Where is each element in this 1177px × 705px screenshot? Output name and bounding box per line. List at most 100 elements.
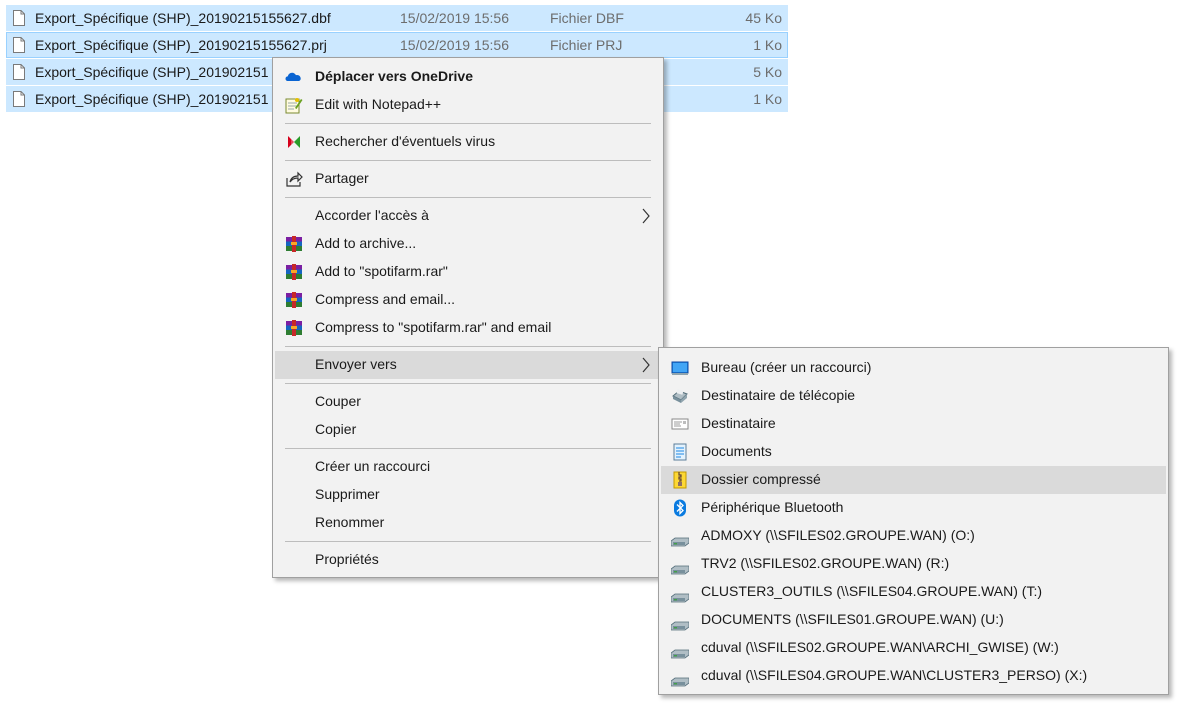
- menu-item-label: cduval (\\SFILES04.GROUPE.WAN\CLUSTER3_P…: [701, 667, 1088, 683]
- menu-separator: [285, 383, 651, 384]
- file-date: 15/02/2019 15:56: [400, 37, 509, 53]
- send-to-desktop[interactable]: Bureau (créer un raccourci): [661, 354, 1166, 382]
- menu-item-share[interactable]: Partager: [275, 165, 661, 193]
- network-drive-icon: [671, 621, 689, 631]
- file-row[interactable]: Export_Spécifique (SHP)_20190215155627.d…: [6, 5, 788, 31]
- winrar-icon: [286, 236, 302, 252]
- notepad-plus-plus-icon: [285, 98, 303, 114]
- send-to-drive-o[interactable]: ADMOXY (\\SFILES02.GROUPE.WAN) (O:): [661, 522, 1166, 550]
- menu-item-edit-notepad[interactable]: Edit with Notepad++: [275, 91, 661, 119]
- menu-item-label: Documents: [701, 443, 772, 459]
- network-drive-icon: [671, 649, 689, 659]
- menu-item-label: Destinataire de télécopie: [701, 387, 856, 403]
- menu-item-label: Renommer: [315, 514, 385, 530]
- menu-item-label: Partager: [315, 170, 369, 186]
- menu-item-rename[interactable]: Renommer: [275, 509, 661, 537]
- file-icon: [13, 37, 25, 53]
- menu-item-send-to[interactable]: Envoyer vers: [275, 351, 661, 379]
- menu-item-label: Accorder l'accès à: [315, 207, 429, 223]
- onedrive-icon: [285, 72, 301, 81]
- file-name: Export_Spécifique (SHP)_20190215155627.p…: [35, 37, 327, 53]
- file-size: 1 Ko: [753, 91, 782, 107]
- send-to-fax[interactable]: Destinataire de télécopie: [661, 382, 1166, 410]
- menu-separator: [285, 541, 651, 542]
- network-drive-icon: [671, 593, 689, 603]
- menu-item-label: CLUSTER3_OUTILS (\\SFILES04.GROUPE.WAN) …: [701, 583, 1042, 599]
- fax-icon: [672, 389, 688, 403]
- winrar-icon: [286, 292, 302, 308]
- bluetooth-icon: [674, 499, 686, 517]
- send-to-zip[interactable]: Dossier compressé: [661, 466, 1166, 494]
- file-size: 5 Ko: [753, 64, 782, 80]
- send-to-drive-x[interactable]: cduval (\\SFILES04.GROUPE.WAN\CLUSTER3_P…: [661, 662, 1166, 690]
- send-to-drive-r[interactable]: TRV2 (\\SFILES02.GROUPE.WAN) (R:): [661, 550, 1166, 578]
- menu-item-label: Créer un raccourci: [315, 458, 431, 474]
- menu-item-label: TRV2 (\\SFILES02.GROUPE.WAN) (R:): [701, 555, 950, 571]
- chevron-right-icon: [642, 357, 650, 373]
- menu-separator: [285, 346, 651, 347]
- menu-item-label: Compress to "spotifarm.rar" and email: [315, 319, 552, 335]
- menu-item-label: Propriétés: [315, 551, 379, 567]
- menu-item-label: DOCUMENTS (\\SFILES01.GROUPE.WAN) (U:): [701, 611, 1004, 627]
- send-to-submenu: Bureau (créer un raccourci) Destinataire…: [658, 347, 1169, 695]
- network-drive-icon: [671, 677, 689, 687]
- menu-item-grant-access[interactable]: Accorder l'accès à: [275, 202, 661, 230]
- menu-item-add-archive[interactable]: Add to archive...: [275, 230, 661, 258]
- menu-item-label: Compress and email...: [315, 291, 456, 307]
- menu-separator: [285, 160, 651, 161]
- file-type: Fichier PRJ: [550, 37, 623, 53]
- network-drive-icon: [671, 565, 689, 575]
- share-icon: [286, 171, 303, 187]
- kaspersky-icon: [288, 136, 300, 148]
- menu-item-move-onedrive[interactable]: Déplacer vers OneDrive: [275, 63, 661, 91]
- menu-separator: [285, 123, 651, 124]
- menu-item-compress-rar-email[interactable]: Compress to "spotifarm.rar" and email: [275, 314, 661, 342]
- send-to-mail[interactable]: Destinataire: [661, 410, 1166, 438]
- menu-item-label: Add to "spotifarm.rar": [315, 263, 448, 279]
- menu-item-delete[interactable]: Supprimer: [275, 481, 661, 509]
- menu-item-label: Périphérique Bluetooth: [701, 499, 844, 515]
- menu-item-label: Déplacer vers OneDrive: [315, 68, 473, 84]
- winrar-icon: [286, 320, 302, 336]
- menu-item-label: Edit with Notepad++: [315, 96, 442, 112]
- send-to-documents[interactable]: Documents: [661, 438, 1166, 466]
- menu-separator: [285, 197, 651, 198]
- send-to-drive-w[interactable]: cduval (\\SFILES02.GROUPE.WAN\ARCHI_GWIS…: [661, 634, 1166, 662]
- menu-item-label: Add to archive...: [315, 235, 417, 251]
- menu-item-compress-email[interactable]: Compress and email...: [275, 286, 661, 314]
- menu-separator: [285, 448, 651, 449]
- menu-item-label: Destinataire: [701, 415, 776, 431]
- network-drive-icon: [671, 537, 689, 547]
- chevron-right-icon: [642, 208, 650, 224]
- menu-item-cut[interactable]: Couper: [275, 388, 661, 416]
- winrar-icon: [286, 264, 302, 280]
- file-name: Export_Spécifique (SHP)_20190215155627.d…: [35, 10, 331, 26]
- menu-item-copy[interactable]: Copier: [275, 416, 661, 444]
- menu-item-scan-virus[interactable]: Rechercher d'éventuels virus: [275, 128, 661, 156]
- file-icon: [13, 10, 25, 26]
- menu-item-create-shortcut[interactable]: Créer un raccourci: [275, 453, 661, 481]
- menu-item-properties[interactable]: Propriétés: [275, 546, 661, 574]
- file-date: 15/02/2019 15:56: [400, 10, 509, 26]
- file-icon: [13, 91, 25, 107]
- menu-item-label: Dossier compressé: [701, 471, 821, 487]
- send-to-drive-u[interactable]: DOCUMENTS (\\SFILES01.GROUPE.WAN) (U:): [661, 606, 1166, 634]
- send-to-bluetooth[interactable]: Périphérique Bluetooth: [661, 494, 1166, 522]
- send-to-drive-t[interactable]: CLUSTER3_OUTILS (\\SFILES04.GROUPE.WAN) …: [661, 578, 1166, 606]
- file-size: 1 Ko: [753, 37, 782, 53]
- desktop-icon: [671, 361, 689, 375]
- file-name: Export_Spécifique (SHP)_201902151: [35, 64, 269, 80]
- context-menu: Déplacer vers OneDrive Edit with Notepad…: [272, 57, 664, 578]
- menu-item-label: Rechercher d'éventuels virus: [315, 133, 496, 149]
- file-icon: [13, 64, 25, 80]
- file-row[interactable]: Export_Spécifique (SHP)_20190215155627.p…: [6, 32, 788, 58]
- menu-item-label: cduval (\\SFILES02.GROUPE.WAN\ARCHI_GWIS…: [701, 639, 1059, 655]
- mail-icon: [671, 418, 689, 430]
- menu-item-label: Bureau (créer un raccourci): [701, 359, 872, 375]
- menu-item-label: Envoyer vers: [315, 356, 397, 372]
- file-size: 45 Ko: [745, 10, 782, 26]
- file-name: Export_Spécifique (SHP)_201902151: [35, 91, 269, 107]
- menu-item-label: ADMOXY (\\SFILES02.GROUPE.WAN) (O:): [701, 527, 975, 543]
- zip-folder-icon: [673, 471, 687, 489]
- menu-item-add-rar[interactable]: Add to "spotifarm.rar": [275, 258, 661, 286]
